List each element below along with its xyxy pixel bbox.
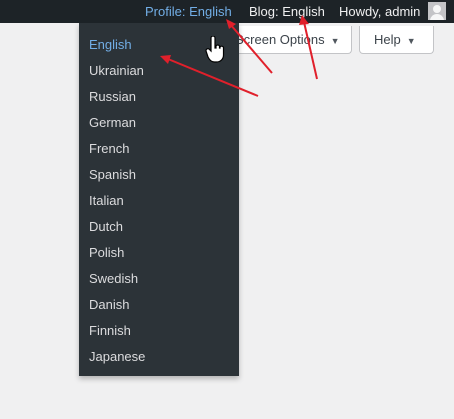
language-item-ukrainian[interactable]: Ukrainian (89, 61, 144, 81)
language-item-russian[interactable]: Russian (89, 87, 136, 107)
language-item-swedish[interactable]: Swedish (89, 269, 138, 289)
language-item-danish[interactable]: Danish (89, 295, 129, 315)
admin-bar: Profile: English Blog: English Howdy, ad… (0, 0, 454, 23)
screen-options-button[interactable]: Screen Options ▼ (220, 26, 352, 54)
language-item-dutch[interactable]: Dutch (89, 217, 123, 237)
profile-language-menu[interactable]: Profile: English (145, 0, 232, 23)
blog-language-menu[interactable]: Blog: English (249, 0, 325, 23)
language-dropdown: English Ukrainian Russian German French … (79, 23, 239, 376)
caret-down-icon: ▼ (406, 36, 416, 46)
language-item-italian[interactable]: Italian (89, 191, 124, 211)
caret-down-icon: ▼ (330, 36, 340, 46)
language-item-polish[interactable]: Polish (89, 243, 124, 263)
language-item-german[interactable]: German (89, 113, 136, 133)
howdy-user-menu[interactable]: Howdy, admin (339, 0, 420, 23)
language-item-finnish[interactable]: Finnish (89, 321, 131, 341)
avatar[interactable] (428, 2, 446, 20)
language-item-french[interactable]: French (89, 139, 129, 159)
language-item-japanese[interactable]: Japanese (89, 347, 145, 367)
screen-options-label: Screen Options (235, 32, 325, 47)
hand-cursor-icon (205, 36, 225, 63)
help-button[interactable]: Help ▼ (359, 26, 434, 54)
language-item-english[interactable]: English (89, 35, 132, 55)
language-item-spanish[interactable]: Spanish (89, 165, 136, 185)
help-label: Help (374, 32, 401, 47)
